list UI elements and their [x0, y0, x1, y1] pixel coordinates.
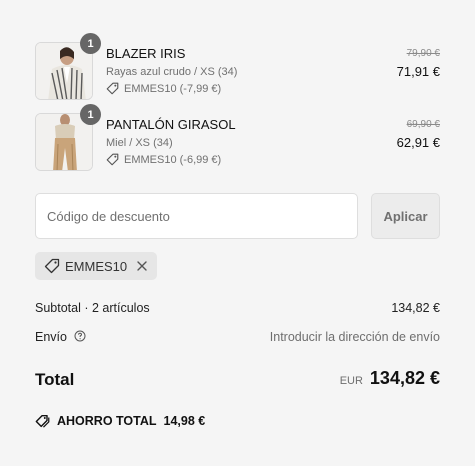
close-icon[interactable] [136, 260, 148, 272]
applied-code-text: EMMES10 [65, 258, 128, 274]
tag-icon [44, 258, 60, 274]
apply-discount-button[interactable]: Aplicar [371, 193, 440, 239]
shipping-value: Introducir la dirección de envío [269, 330, 440, 344]
discount-text: EMMES10 (-7,99 €) [124, 82, 222, 95]
tag-icon [106, 153, 119, 166]
total-savings: AHORRO TOTAL 14,98 € [35, 413, 205, 429]
tag-icon [106, 82, 119, 95]
quantity-badge: 1 [80, 104, 101, 125]
applied-discount-chip: EMMES10 [35, 252, 158, 280]
shipping-row: Envío Introducir la dirección de envío [35, 330, 440, 344]
currency-code: EUR [339, 375, 363, 387]
original-price: 69,90 € [406, 119, 440, 130]
total-amount: 134,82 € [369, 368, 440, 388]
discount-code-input[interactable] [35, 193, 358, 239]
subtotal-value: 134,82 € [391, 301, 440, 315]
original-price: 79,90 € [406, 48, 440, 59]
discount-text: EMMES10 (-6,99 €) [124, 153, 222, 166]
product-variant: Miel / XS (34) [106, 137, 173, 149]
cart-line-item: 1 BLAZER IRIS Rayas azul crudo / XS (34)… [35, 33, 440, 100]
savings-amount: 14,98 € [163, 414, 206, 428]
product-name: BLAZER IRIS [106, 46, 186, 61]
subtotal-row: Subtotal · 2 artículos 134,82 € [35, 301, 440, 315]
final-price: 62,91 € [396, 135, 440, 150]
help-icon[interactable] [74, 330, 86, 342]
savings-label: AHORRO TOTAL [57, 414, 157, 428]
cart-line-item: 1 PANTALÓN GIRASOL Miel / XS (34) EMMES1… [35, 104, 440, 171]
shipping-label: Envío [35, 330, 67, 344]
quantity-badge: 1 [80, 33, 101, 54]
product-name: PANTALÓN GIRASOL [106, 117, 236, 132]
product-discount: EMMES10 (-7,99 €) [106, 82, 221, 95]
subtotal-label: Subtotal · 2 artículos [35, 301, 150, 315]
total-amount-group: EUR 134,82 € [340, 368, 440, 389]
tag-icon [35, 414, 50, 428]
total-label: Total [35, 370, 75, 389]
final-price: 71,91 € [396, 64, 440, 79]
product-discount: EMMES10 (-6,99 €) [106, 153, 221, 166]
product-variant: Rayas azul crudo / XS (34) [106, 66, 238, 78]
